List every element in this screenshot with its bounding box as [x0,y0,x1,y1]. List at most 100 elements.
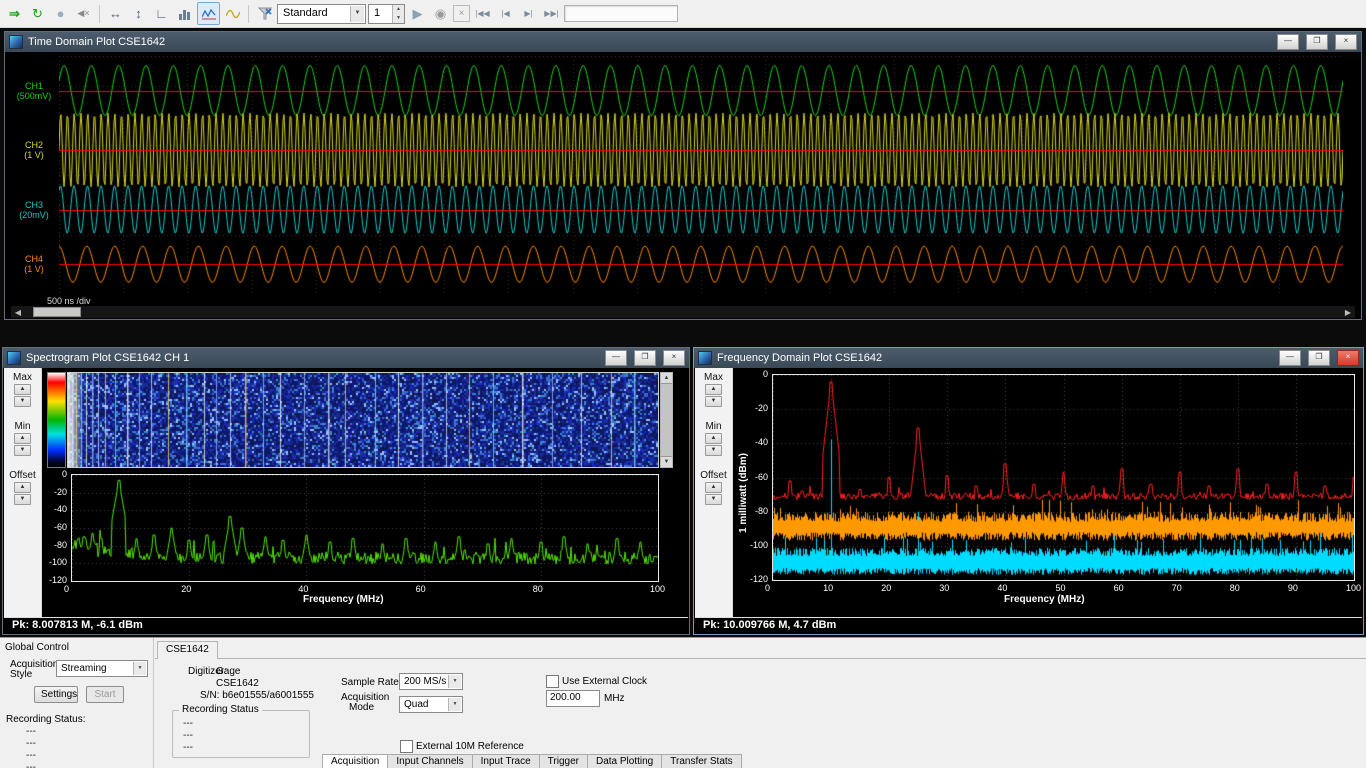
max-up-button[interactable]: ▲ [14,384,31,395]
scroll-down-icon[interactable]: ▼ [661,457,672,467]
close-button[interactable]: × [1335,34,1357,50]
time-domain-plot[interactable] [59,56,1343,294]
offset-down-button[interactable]: ▼ [705,494,722,505]
bottom-tab-transfer-stats[interactable]: Transfer Stats [661,754,741,768]
window-title: Spectrogram Plot CSE1642 CH 1 [26,352,598,364]
close-button[interactable]: × [663,350,685,366]
bottom-tab-input-trace[interactable]: Input Trace [472,754,540,768]
channel-label-ch4: CH4(1 V) [11,254,57,274]
scroll-up-icon[interactable]: ▲ [661,373,672,383]
acquisition-mode-select[interactable]: Quad ▼ [399,696,463,713]
bottom-tab-data-plotting[interactable]: Data Plotting [587,754,662,768]
restore-button[interactable]: ❐ [634,350,656,366]
spectrum-xtick: 20 [181,584,197,594]
abort-button[interactable]: × [453,5,470,22]
offset-down-button[interactable]: ▼ [14,494,31,505]
window-title: Time Domain Plot CSE1642 [28,36,1270,48]
filter-clear-icon[interactable] [254,3,275,24]
max-down-button[interactable]: ▼ [705,396,722,407]
chevron-down-icon[interactable]: ▼ [448,698,461,711]
device-tab[interactable]: CSE1642 [157,641,218,659]
frequency-domain-plot[interactable] [772,374,1355,581]
play-button[interactable]: ▶ [407,3,428,24]
acquisition-style-value: Streaming [61,663,107,674]
spectrum-ytick: -80 [39,540,67,550]
time-domain-titlebar[interactable]: Time Domain Plot CSE1642 — ❐ × [5,32,1361,52]
chevron-down-icon[interactable]: ▼ [448,675,461,688]
spectrum-xlabel: Frequency (MHz) [303,594,384,605]
smooth-plot-icon[interactable] [222,3,243,24]
scroll-left-icon[interactable]: ◀ [11,308,25,317]
measure-vertical-icon[interactable]: ↕ [128,3,149,24]
start-button[interactable]: Start [86,686,124,703]
external-ref-checkbox[interactable] [400,740,413,753]
min-down-button[interactable]: ▼ [14,445,31,456]
bottom-tab-acquisition[interactable]: Acquisition [322,754,388,768]
channel-label-ch1: CH1(500mV) [11,81,57,101]
message-box[interactable] [564,5,678,22]
restore-button[interactable]: ❐ [1308,350,1330,366]
spin-up-icon[interactable]: ▲ [392,5,404,14]
max-label: Max [4,372,41,383]
spectrum-xtick: 0 [64,584,80,594]
time-horizontal-scrollbar[interactable]: ◀ ▶ [11,306,1355,318]
max-up-button[interactable]: ▲ [705,384,722,395]
offset-up-button[interactable]: ▲ [705,482,722,493]
scroll-thumb[interactable] [33,307,81,317]
acquisition-style-select[interactable]: Streaming ▼ [56,660,148,677]
ch1-spectrum-plot[interactable] [71,474,659,582]
angle-measure-icon[interactable]: ∟ [151,3,172,24]
run-icon[interactable]: ⇒ [4,3,25,24]
preset-select[interactable]: Standard ▼ [277,4,366,24]
minimize-button[interactable]: — [1279,350,1301,366]
record-button[interactable]: ◉ [430,3,451,24]
channel-label-ch3: CH3(20mV) [11,200,57,220]
frequency-ytick: -120 [736,574,768,584]
restart-icon[interactable]: ↻ [27,3,48,24]
chevron-down-icon[interactable]: ▼ [133,662,146,675]
panel-divider [153,638,154,768]
audio-mute-icon[interactable]: ◀× [73,3,94,24]
last-frame-button[interactable]: ▶▶| [541,3,562,24]
toolbar-separator [99,5,100,23]
first-frame-button[interactable]: |◀◀ [472,3,493,24]
waterfall-scrollbar[interactable]: ▲ ▼ [660,372,673,468]
histogram-icon[interactable] [174,3,195,24]
sphere-icon[interactable]: ● [50,3,71,24]
bottom-tab-input-channels[interactable]: Input Channels [387,754,472,768]
frequency-domain-titlebar[interactable]: Frequency Domain Plot CSE1642 — ❐ × [694,348,1363,368]
minimize-button[interactable]: — [605,350,627,366]
next-frame-button[interactable]: ▶| [518,3,539,24]
close-button[interactable]: × [1337,350,1359,366]
line-plot-icon[interactable] [197,2,220,25]
recording-status-line: --- [183,730,193,742]
recording-status-line: --- [183,718,193,730]
spectrogram-waterfall[interactable] [67,372,659,468]
bottom-tab-trigger[interactable]: Trigger [539,754,588,768]
use-external-clock-checkbox[interactable] [546,675,559,688]
external-clock-freq-input[interactable]: 200.00 [546,690,600,707]
frequency-ytick: -60 [736,472,768,482]
min-up-button[interactable]: ▲ [705,433,722,444]
min-down-button[interactable]: ▼ [705,445,722,456]
measure-horizontal-icon[interactable]: ↔ [105,3,126,24]
prev-frame-button[interactable]: |◀ [495,3,516,24]
max-down-button[interactable]: ▼ [14,396,31,407]
settings-button[interactable]: Settings [34,686,78,703]
spin-down-icon[interactable]: ▼ [392,14,404,23]
min-control: Min ▲ ▼ [695,421,732,456]
min-up-button[interactable]: ▲ [14,433,31,444]
max-control: Max ▲ ▼ [695,372,732,407]
count-spinner[interactable]: 1 ▲▼ [368,4,405,24]
scroll-thumb[interactable] [661,383,672,457]
frequency-scale-controls: Max ▲ ▼ Min ▲ ▼ Offset ▲ ▼ [695,368,733,617]
restore-button[interactable]: ❐ [1306,34,1328,50]
sample-rate-select[interactable]: 200 MS/s ▼ [399,673,463,690]
spectrogram-titlebar[interactable]: Spectrogram Plot CSE1642 CH 1 — ❐ × [3,348,689,368]
sample-rate-value: 200 MS/s [404,676,446,687]
minimize-button[interactable]: — [1277,34,1299,50]
sample-rate-label: Sample Rate [341,677,399,688]
chevron-down-icon[interactable]: ▼ [350,6,364,22]
offset-up-button[interactable]: ▲ [14,482,31,493]
scroll-right-icon[interactable]: ▶ [1341,308,1355,317]
